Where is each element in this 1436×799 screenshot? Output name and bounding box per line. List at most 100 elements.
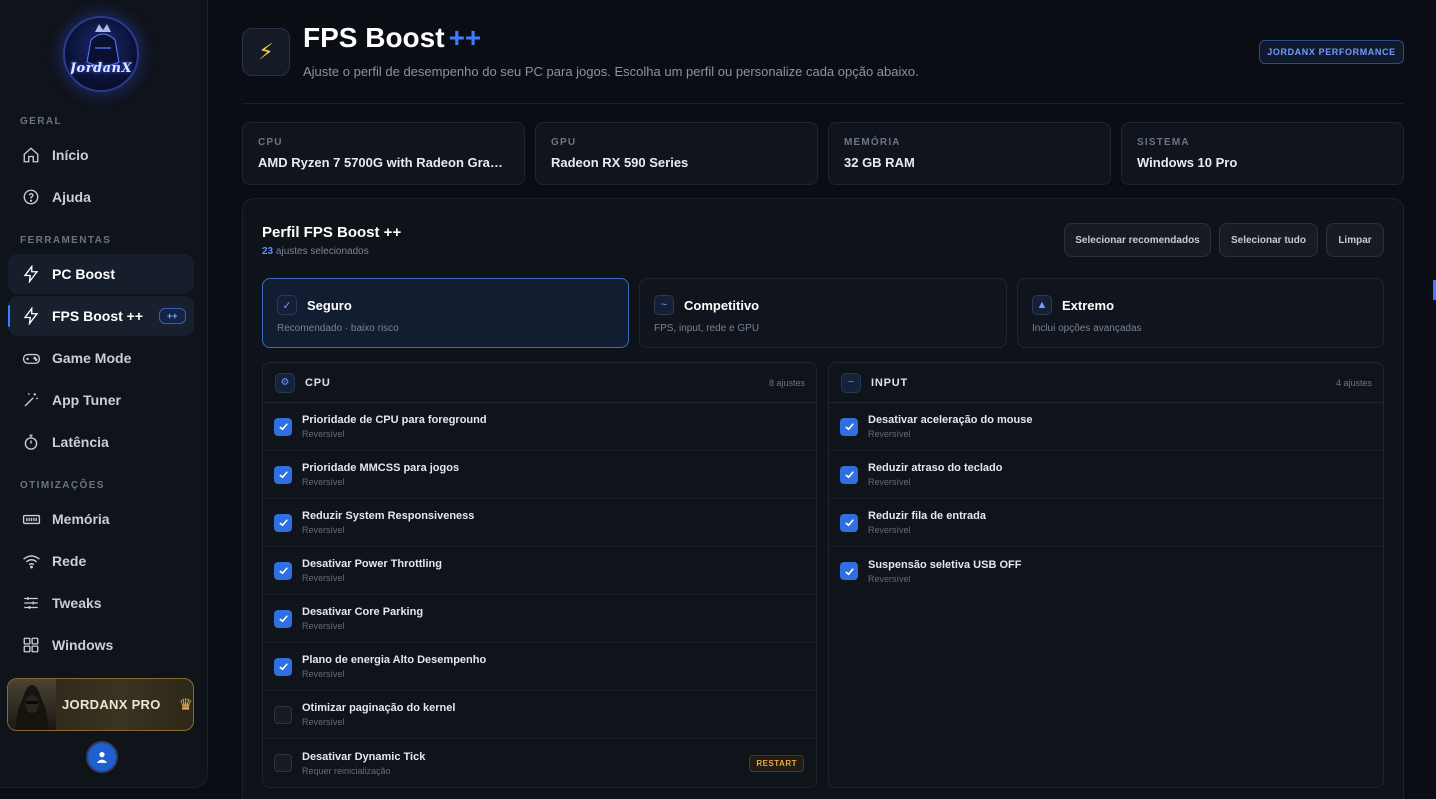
- checkbox-checked[interactable]: [840, 513, 858, 532]
- tweak-row[interactable]: Desativar aceleração do mouse Reversível: [829, 403, 1383, 451]
- checkbox-checked[interactable]: [274, 513, 292, 532]
- nav-game-mode-label: Game Mode: [52, 350, 132, 366]
- nav-latencia[interactable]: Latência: [8, 422, 194, 462]
- mode-card-seguro[interactable]: ✓ Seguro Recomendado · baixo risco: [262, 278, 629, 348]
- checkbox-checked[interactable]: [274, 417, 292, 436]
- nav-app-tuner[interactable]: App Tuner: [8, 380, 194, 420]
- tweak-sub: Reversível: [302, 525, 345, 535]
- brand-badge: JORDANX PERFORMANCE: [1259, 40, 1404, 64]
- app-logo: JordanX: [63, 16, 139, 92]
- nav-memoria-label: Memória: [52, 511, 110, 527]
- page-title: FPS Boost ++: [303, 22, 482, 53]
- checkbox-checked[interactable]: [274, 657, 292, 676]
- nav-tweaks[interactable]: Tweaks: [8, 583, 194, 623]
- fps-boost-badge: ++: [159, 308, 186, 324]
- spec-value: Windows 10 Pro: [1137, 155, 1238, 170]
- tweak-title: Desativar Core Parking: [302, 606, 424, 618]
- nav-pc-boost[interactable]: PC Boost: [8, 254, 194, 294]
- tweak-sub: Reversível: [868, 429, 911, 439]
- checkbox-unchecked[interactable]: [274, 754, 292, 772]
- nav-windows[interactable]: Windows: [8, 625, 194, 665]
- section-geral: GERAL: [20, 116, 62, 127]
- checkbox-checked[interactable]: [840, 465, 858, 484]
- nav-app-tuner-label: App Tuner: [52, 392, 121, 408]
- nav-tweaks-label: Tweaks: [52, 595, 102, 611]
- home-icon: [21, 145, 41, 165]
- gamepad-icon: [21, 348, 41, 368]
- pro-label: JORDANX PRO: [62, 697, 161, 712]
- spec-card-sistema: SISTEMA Windows 10 Pro: [1121, 122, 1404, 185]
- nav-memoria[interactable]: Memória: [8, 499, 194, 539]
- tweak-row[interactable]: Otimizar paginação do kernel Reversível: [263, 691, 816, 739]
- spec-key: MEMÓRIA: [844, 137, 901, 148]
- tweak-title: Suspensão seletiva USB OFF: [868, 558, 1022, 571]
- tweak-sub: Reversível: [302, 573, 345, 583]
- select-all-button[interactable]: Selecionar tudo: [1219, 223, 1318, 257]
- checkbox-checked[interactable]: [274, 465, 292, 484]
- pulse-icon: ~: [841, 372, 861, 393]
- nav-rede[interactable]: Rede: [8, 541, 194, 581]
- spec-key: GPU: [551, 137, 577, 148]
- group-title: INPUT: [871, 376, 908, 389]
- mode-desc: FPS, input, rede e GPU: [654, 323, 760, 334]
- tweak-sub: Reversível: [302, 621, 345, 631]
- tweak-row[interactable]: Suspensão seletiva USB OFF Reversível: [829, 547, 1383, 595]
- tweak-row[interactable]: Desativar Core Parking Reversível: [263, 595, 816, 643]
- tweak-sub: Reversível: [868, 525, 911, 535]
- tweak-row[interactable]: Desativar Power Throttling Reversível: [263, 547, 816, 595]
- tweak-title: Desativar Power Throttling: [302, 558, 442, 570]
- tweak-row[interactable]: Reduzir System Responsiveness Reversível: [263, 499, 816, 547]
- nav-rede-label: Rede: [52, 553, 87, 569]
- nav-windows-label: Windows: [52, 637, 114, 653]
- tweak-row[interactable]: Plano de energia Alto Desempenho Reversív…: [263, 643, 816, 691]
- checkbox-checked[interactable]: [840, 562, 858, 580]
- tweak-sub: Reversível: [302, 669, 345, 679]
- nav-ajuda[interactable]: Ajuda: [8, 177, 194, 217]
- mode-card-competitivo[interactable]: ~ Competitivo FPS, input, rede e GPU: [639, 278, 1007, 348]
- nav-game-mode[interactable]: Game Mode: [8, 338, 194, 378]
- bolt-icon: [21, 306, 41, 326]
- header-divider: [242, 103, 1404, 104]
- tweak-title: Prioridade de CPU para foreground: [302, 414, 487, 426]
- warning-icon: ▲: [1032, 295, 1052, 315]
- profile-title: Perfil FPS Boost ++: [262, 224, 402, 241]
- tweak-row[interactable]: Prioridade MMCSS para jogos Reversível: [263, 451, 816, 499]
- mode-card-extremo[interactable]: ▲ Extremo Inclui opções avançadas: [1017, 278, 1384, 348]
- spec-card-cpu: CPU AMD Ryzen 7 5700G with Radeon Graphi…: [242, 122, 525, 185]
- clear-button[interactable]: Limpar: [1326, 223, 1384, 257]
- checkbox-unchecked[interactable]: [274, 705, 292, 724]
- tweak-row[interactable]: Reduzir fila de entrada Reversível: [829, 499, 1383, 547]
- sidebar: JordanX GERAL Início Ajuda FERRAMENTAS P…: [0, 0, 208, 788]
- checkbox-checked[interactable]: [274, 609, 292, 628]
- tweak-title: Prioridade MMCSS para jogos: [302, 462, 460, 474]
- select-recommended-button[interactable]: Selecionar recomendados: [1064, 223, 1211, 257]
- nav-pc-boost-label: PC Boost: [52, 266, 115, 282]
- spec-value: Radeon RX 590 Series: [551, 155, 689, 170]
- tweak-title: Reduzir fila de entrada: [868, 510, 986, 522]
- pro-avatar: [8, 679, 56, 730]
- tweak-sub: Reversível: [302, 429, 345, 439]
- restart-badge: RESTART: [749, 755, 804, 772]
- nav-inicio-label: Início: [52, 147, 89, 163]
- spec-value: 32 GB RAM: [844, 155, 915, 170]
- pro-card[interactable]: JORDANX PRO ♛: [7, 678, 194, 731]
- pulse-icon: ~: [654, 295, 674, 315]
- tweak-row[interactable]: Prioridade de CPU para foreground Reversí…: [263, 403, 816, 451]
- tweak-title: Desativar Dynamic Tick: [302, 750, 426, 763]
- page-subtitle: Ajuste o perfil de desempenho do seu PC …: [303, 64, 919, 79]
- checkbox-checked[interactable]: [274, 561, 292, 580]
- mode-title: Competitivo: [684, 297, 760, 313]
- crown-icon: ♛: [178, 696, 193, 714]
- user-account-button[interactable]: [86, 741, 118, 773]
- nav-ajuda-label: Ajuda: [52, 189, 91, 205]
- nav-fps-boost[interactable]: FPS Boost ++ ++: [8, 296, 194, 336]
- spec-key: CPU: [258, 137, 283, 148]
- section-ferramentas: FERRAMENTAS: [20, 235, 112, 246]
- tweak-row[interactable]: Reduzir atraso do teclado Reversível: [829, 451, 1383, 499]
- mode-title: Extremo: [1062, 297, 1115, 313]
- checkbox-checked[interactable]: [840, 417, 858, 436]
- spec-key: SISTEMA: [1137, 137, 1190, 148]
- nav-inicio[interactable]: Início: [8, 135, 194, 175]
- tweak-row[interactable]: Desativar Dynamic Tick Requer reinicializ…: [263, 739, 816, 787]
- help-icon: [21, 187, 41, 207]
